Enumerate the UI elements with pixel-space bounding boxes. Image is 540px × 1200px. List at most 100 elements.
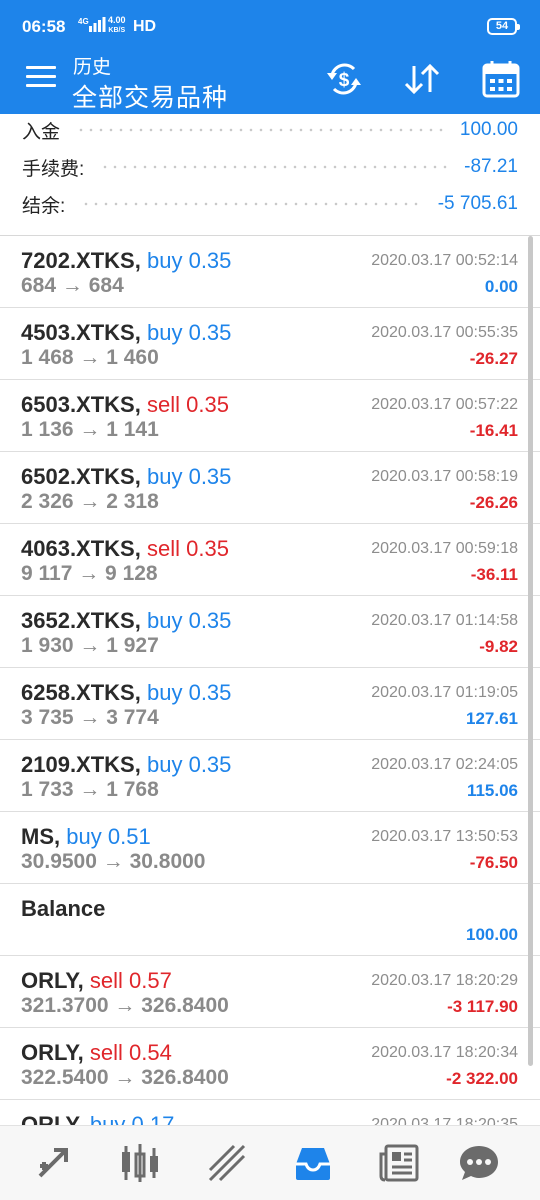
deal-time: 2020.03.17 18:20:35: [371, 1116, 518, 1125]
speed-value: 4.00: [108, 15, 126, 25]
deal-volume: 0.17: [131, 1112, 175, 1125]
deal-row[interactable]: 4503.XTKS, buy 0.35 1 468 → 1 460 2020.03.…: [0, 308, 540, 380]
deal-side: buy: [146, 320, 183, 345]
deal-profit: -26.27: [469, 349, 518, 368]
speed-unit: KB/S: [108, 27, 126, 34]
balance-row[interactable]: Balance 100.00: [0, 884, 540, 956]
messages-icon[interactable]: [456, 1140, 502, 1186]
header-subtitle: 历史: [73, 57, 112, 78]
deal-volume: 0.35: [186, 392, 229, 417]
deal-profit: -3 117.90: [447, 997, 518, 1016]
deal-header: ORLY, buy 0.17: [21, 1112, 174, 1125]
deal-row[interactable]: ORLY, buy 0.17 2020.03.17 18:20:35: [0, 1100, 540, 1125]
summary-section: 入金 100.00 手续费: -87.21 结余: -5 705.61: [0, 114, 540, 234]
deal-prices: 684 → 684: [21, 274, 124, 297]
dotted-leader: [100, 165, 449, 169]
deal-header: ORLY, sell 0.57: [21, 968, 172, 994]
deal-time: 2020.03.17 18:20:29: [371, 972, 518, 989]
deal-profit: -16.41: [469, 421, 518, 440]
summary-label: 结余:: [22, 195, 66, 217]
deal-header: 2109.XTKS, buy 0.35: [21, 752, 231, 778]
deal-row[interactable]: 6503.XTKS, sell 0.35 1 136 → 1 141 2020.03…: [0, 380, 540, 452]
signal-icon: 4G: [78, 16, 106, 36]
deal-side: buy: [146, 464, 183, 489]
deal-row[interactable]: 4063.XTKS, sell 0.35 9 117 → 9 128 2020.03…: [0, 524, 540, 596]
deal-row[interactable]: ORLY, sell 0.54 322.5400 → 326.8400 2020.0…: [0, 1028, 540, 1100]
deal-volume: 0.35: [188, 608, 232, 633]
deal-prices: 1 468 → 1 460: [21, 346, 159, 369]
deal-profit: -26.26: [469, 493, 518, 512]
deal-profit: -36.11: [470, 565, 518, 584]
summary-value: 100.00: [459, 119, 518, 140]
scrollbar[interactable]: [528, 236, 533, 1066]
news-icon[interactable]: [377, 1140, 423, 1186]
header-title[interactable]: 全部交易品种: [72, 78, 228, 114]
deal-row[interactable]: 6502.XTKS, buy 0.35 2 326 → 2 318 2020.03.…: [0, 452, 540, 524]
svg-text:$: $: [339, 70, 350, 91]
deal-volume: 0.51: [107, 824, 151, 849]
deal-row[interactable]: 7202.XTKS, buy 0.35 684 → 684 2020.03.17 0…: [0, 236, 540, 308]
deal-row[interactable]: 3652.XTKS, buy 0.35 1 930 → 1 927 2020.03.…: [0, 596, 540, 668]
deal-header: 4503.XTKS, buy 0.35: [21, 320, 231, 346]
summary-value: -87.21: [464, 156, 518, 177]
deal-header: 6503.XTKS, sell 0.35: [21, 392, 229, 418]
calendar-icon[interactable]: [480, 58, 522, 100]
deal-row[interactable]: MS, buy 0.51 30.9500 → 30.8000 2020.03.17 …: [0, 812, 540, 884]
trade-icon[interactable]: [204, 1140, 250, 1186]
deal-row[interactable]: 2109.XTKS, buy 0.35 1 733 → 1 768 2020.03.…: [0, 740, 540, 812]
deal-list[interactable]: 7202.XTKS, buy 0.35 684 → 684 2020.03.17 0…: [0, 235, 540, 1125]
deal-row[interactable]: 6258.XTKS, buy 0.35 3 735 → 3 774 2020.03.…: [0, 668, 540, 740]
deal-side: buy: [146, 608, 183, 633]
summary-deposit: 入金 100.00: [22, 115, 518, 145]
app-bar: 06:58 4G 4.00 KB/S HD 54 历史 全部交易品种 $: [0, 0, 540, 114]
sort-icon[interactable]: [401, 58, 443, 100]
deal-header: 7202.XTKS, buy 0.35: [21, 248, 231, 274]
deal-volume: 0.35: [188, 680, 232, 705]
status-bar: 06:58 4G 4.00 KB/S HD 54: [0, 0, 540, 50]
deal-time: 2020.03.17 00:52:14: [371, 252, 518, 269]
deal-prices: 9 117 → 9 128: [21, 562, 158, 585]
deal-symbol: ORLY,: [21, 1112, 84, 1125]
history-icon[interactable]: [290, 1140, 336, 1186]
deal-volume: 0.57: [129, 968, 172, 993]
deal-time: 2020.03.17 01:19:05: [371, 684, 518, 701]
battery-icon: 54: [487, 18, 520, 35]
dotted-leader: [76, 128, 444, 132]
deal-side: sell: [146, 392, 180, 417]
quotes-icon[interactable]: [32, 1140, 78, 1186]
deal-prices: 1 136 → 1 141: [21, 418, 159, 441]
deal-time: 2020.03.17 00:58:19: [371, 468, 518, 485]
deal-volume: 0.35: [188, 464, 232, 489]
svg-text:4G: 4G: [78, 17, 89, 26]
deal-header: MS, buy 0.51: [21, 824, 151, 850]
deal-profit: 100.00: [466, 925, 518, 944]
deal-symbol: 2109.XTKS,: [21, 752, 141, 777]
deal-time: 2020.03.17 00:55:35: [371, 324, 518, 341]
deal-side: sell: [89, 1040, 123, 1065]
bottom-navigation: [0, 1125, 540, 1200]
summary-label: 手续费:: [22, 158, 85, 180]
dotted-leader: [81, 202, 422, 206]
hd-indicator: HD: [133, 18, 157, 35]
deal-profit: -2 322.00: [446, 1069, 518, 1088]
deal-prices: 1 930 → 1 927: [21, 634, 159, 657]
deal-profit: 127.61: [466, 709, 518, 728]
deal-symbol: 3652.XTKS,: [21, 608, 141, 633]
deal-symbol: Balance: [21, 896, 106, 921]
menu-icon[interactable]: [26, 66, 56, 90]
chart-icon[interactable]: [117, 1140, 163, 1186]
deal-header: 3652.XTKS, buy 0.35: [21, 608, 231, 634]
deal-side: sell: [146, 536, 180, 561]
deal-time: 2020.03.17 00:57:22: [371, 396, 518, 413]
deal-side: buy: [89, 1112, 126, 1125]
deal-side: buy: [146, 680, 183, 705]
deal-prices: 322.5400 → 326.8400: [21, 1066, 229, 1089]
deal-profit: -9.82: [479, 637, 518, 656]
currency-exchange-icon[interactable]: $: [323, 58, 365, 100]
deal-side: buy: [146, 248, 183, 273]
deal-symbol: 4503.XTKS,: [21, 320, 141, 345]
deal-row[interactable]: ORLY, sell 0.57 321.3700 → 326.8400 2020.0…: [0, 956, 540, 1028]
deal-time: 2020.03.17 00:59:18: [371, 540, 518, 557]
deal-prices: 321.3700 → 326.8400: [21, 994, 229, 1017]
deal-symbol: 4063.XTKS,: [21, 536, 141, 561]
